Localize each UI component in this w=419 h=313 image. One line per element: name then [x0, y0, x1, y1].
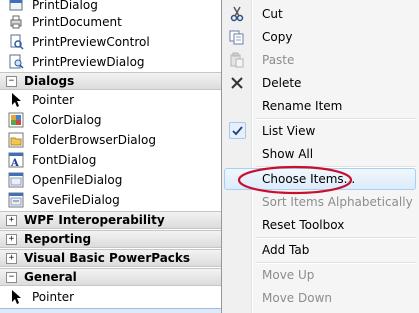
toolbox-item-pointer[interactable]: Pointer	[0, 90, 248, 110]
toolbox-panel: PrintDialog PrintDocument PrintPreviewCo…	[0, 0, 248, 313]
toolbox-tab-general[interactable]: − General	[0, 268, 248, 286]
menu-item-list-view[interactable]: List View	[224, 120, 416, 142]
open-file-dialog-icon	[8, 172, 24, 188]
toolbox-item-print-preview-dialog[interactable]: PrintPreviewDialog	[0, 52, 248, 72]
toolbox-item-color-dialog[interactable]: ColorDialog	[0, 110, 248, 130]
menu-item-cut[interactable]: Cut	[224, 3, 416, 25]
menu-item-sort-items-alphabetically[interactable]: Sort Items Alphabetically	[224, 191, 416, 213]
menu-item-move-up[interactable]: Move Up	[224, 264, 416, 286]
menu-item-show-all[interactable]: Show All	[224, 143, 416, 165]
collapse-icon[interactable]: −	[6, 76, 17, 87]
toolbox-tab-dialogs[interactable]: − Dialogs	[0, 72, 248, 90]
folder-browser-dialog-icon	[8, 132, 24, 148]
color-dialog-icon	[8, 112, 24, 128]
context-menu: Cut Copy Paste Delete Rename Item List V…	[221, 0, 419, 313]
print-preview-dialog-icon	[8, 54, 24, 70]
scissors-icon	[229, 6, 245, 22]
expand-icon[interactable]: +	[6, 234, 17, 245]
print-preview-control-icon	[8, 34, 24, 50]
save-file-dialog-icon	[8, 192, 24, 208]
toolbox-item-font-dialog[interactable]: A FontDialog	[0, 150, 248, 170]
menu-item-add-tab[interactable]: Add Tab	[224, 239, 416, 261]
toolbox-item-folder-browser-dialog[interactable]: FolderBrowserDialog	[0, 130, 248, 150]
checkmark-icon	[229, 122, 246, 139]
print-document-icon	[8, 14, 24, 30]
toolbox-tab-wpf-interoperability[interactable]: + WPF Interoperability	[0, 211, 248, 229]
toolbox-item-pointer[interactable]: Pointer	[0, 287, 248, 307]
expand-icon[interactable]: +	[6, 253, 17, 264]
collapse-icon[interactable]: −	[6, 272, 17, 283]
expand-icon[interactable]: +	[6, 215, 17, 226]
menu-item-delete[interactable]: Delete	[224, 72, 416, 94]
pointer-icon	[8, 289, 24, 305]
svg-text:A: A	[10, 158, 19, 168]
menu-item-reset-toolbox[interactable]: Reset Toolbox	[224, 214, 416, 236]
delete-x-icon	[229, 75, 245, 91]
pointer-icon	[8, 92, 24, 108]
toolbox-item-open-file-dialog[interactable]: OpenFileDialog	[0, 170, 248, 190]
menu-item-paste[interactable]: Paste	[224, 49, 416, 71]
toolbox-tab-visual-basic-powerpacks[interactable]: + Visual Basic PowerPacks	[0, 249, 248, 267]
menu-item-copy[interactable]: Copy	[224, 26, 416, 48]
toolbox-tab-reporting[interactable]: + Reporting	[0, 230, 248, 248]
menu-item-move-down[interactable]: Move Down	[224, 287, 416, 309]
toolbox-item-print-document[interactable]: PrintDocument	[0, 12, 248, 32]
toolbox-item-save-file-dialog[interactable]: SaveFileDialog	[0, 190, 248, 210]
copy-icon	[229, 29, 245, 45]
menu-item-choose-items[interactable]: Choose Items...	[224, 168, 416, 190]
font-dialog-icon: A	[8, 152, 24, 169]
menu-item-rename-item[interactable]: Rename Item	[224, 95, 416, 117]
toolbox-item-selected[interactable]	[0, 308, 248, 313]
paste-icon	[229, 52, 245, 68]
toolbox-item-print-preview-control[interactable]: PrintPreviewControl	[0, 32, 248, 52]
